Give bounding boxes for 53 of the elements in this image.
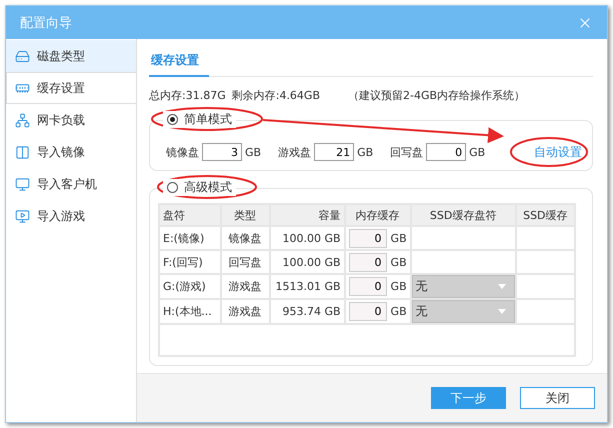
table-cell: 953.74 GB [270,299,345,324]
sidebar-item[interactable]: 缓存设置 [6,72,137,104]
field-label: 镜像盘 [166,144,199,160]
radio-button[interactable] [167,182,178,193]
unit-label: GB [469,146,486,158]
input-field[interactable]: 21 [314,143,354,161]
unit-label: GB [390,232,407,244]
table-cell: F:(回写) [159,250,221,274]
column-header: 类型 [220,204,270,226]
column-header: 内存缓存 [344,204,411,226]
sidebar-item[interactable]: 磁盘类型 [6,40,136,72]
unit-label: GB [390,256,407,268]
table-cell: 100.00 GB [270,250,345,274]
table-cell: 回写盘 [220,250,270,274]
sidebar-icon [15,112,30,128]
memory-hint-text: （建议预留2-4GB内存给操作系统） [348,88,526,103]
table-cell: 游戏盘 [220,274,270,299]
table-cell: 1513.01 GB [270,274,345,299]
unit-label: GB [390,280,407,293]
unit-label: GB [245,146,262,158]
input-field[interactable]: 3 [202,143,242,161]
unit-label: GB [390,305,407,318]
sidebar-icon [15,208,30,224]
input-field[interactable]: 0 [426,143,466,161]
field-label: 游戏盘 [278,144,312,160]
radio-label: 高级模式 [184,179,232,196]
cache-input[interactable]: 0 [348,252,387,272]
column-header: SSD缓存盘符 [410,204,516,226]
radio-label: 简单模式 [184,111,232,128]
sidebar-icon [15,176,30,192]
total-memory-text: 总内存:31.87G [149,88,226,103]
cache-input[interactable]: 0 [348,277,387,296]
window-title: 配置向导 [20,14,72,32]
cache-input[interactable]: 0 [348,228,387,248]
table-cell: H:(本地... [159,299,221,324]
table-cell: 100.00 GB [270,226,345,250]
column-header: 盘符 [159,204,221,226]
column-header: SSD缓存 [516,204,575,226]
table-cell: 游戏盘 [220,299,270,324]
field-label: 回写盘 [390,144,424,160]
cache-input[interactable]: 0 [348,302,387,321]
sidebar-icon [15,48,30,64]
column-header: 容量 [270,204,345,226]
sidebar-icon [15,144,30,160]
unit-label: GB [357,146,374,158]
caret-icon [498,309,506,314]
radio-button[interactable] [167,114,178,125]
caret-icon [498,284,506,289]
table-cell: E:(镜像) [159,226,221,250]
table-cell: 镜像盘 [220,226,270,250]
close-dialog-button[interactable]: 关闭 [520,387,595,409]
table-cell: G:(游戏) [159,274,221,299]
free-memory-text: 剩余内存:4.64GB [232,88,320,103]
